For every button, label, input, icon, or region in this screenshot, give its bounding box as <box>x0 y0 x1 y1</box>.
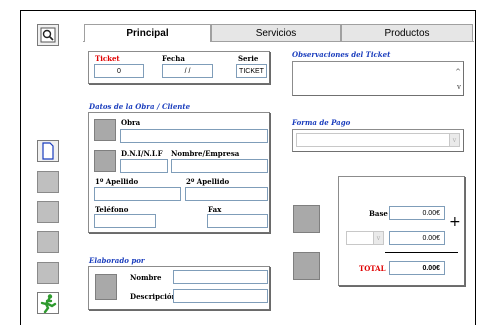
telefono-label: Teléfono <box>95 205 129 214</box>
apellido1-label: 1º Apellido <box>95 177 139 186</box>
chevron-down-icon[interactable]: v <box>449 134 459 146</box>
observaciones-title: Observaciones del Ticket <box>292 50 391 59</box>
obra-field[interactable] <box>120 129 268 143</box>
ticket-field[interactable]: 0 <box>94 64 144 78</box>
forma-pago-title: Forma de Pago <box>292 118 351 127</box>
apellido2-label: 2º Apellido <box>186 177 230 186</box>
totals-divider <box>385 252 458 253</box>
tab-principal-label: Principal <box>126 28 169 39</box>
elaborado-descripcion-field[interactable] <box>173 289 268 303</box>
apellido2-field[interactable] <box>185 187 268 201</box>
scroll-down-icon[interactable]: v <box>457 83 461 91</box>
fecha-field[interactable]: / / <box>162 64 213 78</box>
elaborado-title: Elaborado por <box>89 256 145 265</box>
obra-label: Obra <box>121 118 141 127</box>
serie-field[interactable]: TICKET <box>236 64 267 78</box>
magnifier-icon <box>40 27 56 43</box>
base-field[interactable]: 0.00€ <box>389 206 445 220</box>
toolbar-button-3[interactable] <box>37 201 59 223</box>
total-label: TOTAL <box>359 264 386 273</box>
scroll-up-icon[interactable]: ^ <box>455 68 461 76</box>
running-man-icon <box>40 294 57 313</box>
total-field[interactable]: 0.00€ <box>389 261 445 275</box>
forma-pago-inner: v <box>296 133 460 147</box>
tax-field[interactable]: 0.00€ <box>389 231 445 245</box>
obra-cliente-title: Datos de la Obra / Cliente <box>89 102 191 111</box>
tab-servicios[interactable]: Servicios <box>211 24 341 41</box>
observaciones-scrollbar[interactable]: ^ v <box>452 63 462 94</box>
nombre-empresa-field[interactable] <box>171 159 268 173</box>
new-document-button[interactable] <box>37 140 59 162</box>
toolbar-button-5[interactable] <box>37 262 59 284</box>
dni-label: D.N.I/N.I.F <box>121 149 163 158</box>
base-label: Base <box>369 209 388 218</box>
toolbar-button-2[interactable] <box>37 171 59 193</box>
elaborado-nombre-label: Nombre <box>130 273 162 282</box>
plus-sign: + <box>449 214 461 230</box>
action-button-1[interactable] <box>293 205 320 233</box>
new-document-icon <box>42 142 54 160</box>
cliente-image[interactable] <box>94 150 116 172</box>
action-button-2[interactable] <box>293 252 320 280</box>
elaborado-descripcion-label: Descripción <box>130 292 177 301</box>
obra-image[interactable] <box>94 119 116 141</box>
apellido1-field[interactable] <box>94 187 181 201</box>
fax-label: Fax <box>208 205 222 214</box>
tab-servicios-label: Servicios <box>255 27 297 39</box>
fax-field[interactable] <box>207 214 268 228</box>
elaborado-nombre-field[interactable] <box>173 270 268 284</box>
tab-productos[interactable]: Productos <box>341 24 473 41</box>
ticket-label: Ticket <box>95 54 120 63</box>
tax-select[interactable]: v <box>346 231 384 245</box>
tab-principal[interactable]: Principal <box>84 24 211 42</box>
fecha-label: Fecha <box>162 54 185 63</box>
observaciones-textarea[interactable]: ^ v <box>292 61 464 96</box>
exit-button[interactable] <box>37 292 59 314</box>
tab-productos-label: Productos <box>384 27 430 39</box>
serie-label: Serie <box>238 54 259 63</box>
forma-pago-select[interactable]: v <box>292 129 464 152</box>
tax-chevron-down-icon[interactable]: v <box>373 232 383 244</box>
toolbar-button-4[interactable] <box>37 231 59 253</box>
elaborado-image[interactable] <box>95 274 117 300</box>
dni-field[interactable] <box>120 159 168 173</box>
search-button[interactable] <box>37 24 59 46</box>
nombre-empresa-label: Nombre/Empresa <box>171 149 240 158</box>
telefono-field[interactable] <box>94 214 156 228</box>
